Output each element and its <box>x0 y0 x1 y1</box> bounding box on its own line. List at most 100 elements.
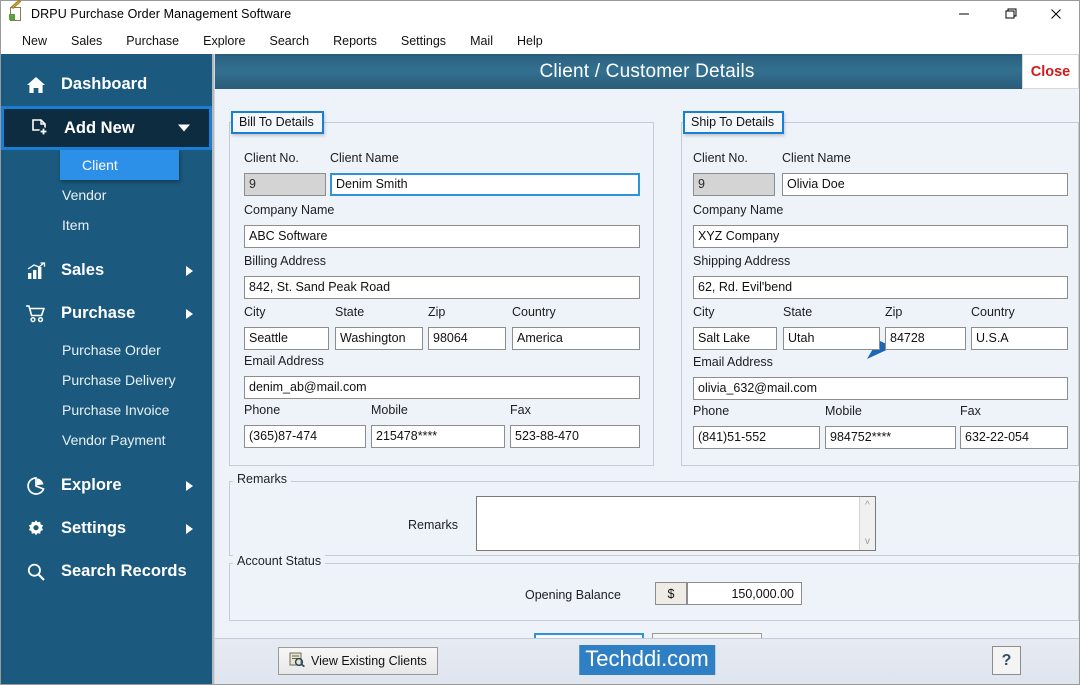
sidebar-item-add-new[interactable]: Add New <box>1 106 212 150</box>
remarks-textarea[interactable]: ^ v <box>476 496 876 551</box>
menu-item-mail[interactable]: Mail <box>458 32 505 50</box>
menu-item-reports[interactable]: Reports <box>321 32 389 50</box>
sidebar-item-dashboard[interactable]: Dashboard <box>1 63 212 106</box>
sidebar-item-client-label: Client <box>82 157 118 173</box>
bill-client-name-label: Client Name <box>330 151 399 165</box>
ship-address-input[interactable]: 62, Rd. Evil'bend <box>693 276 1068 299</box>
form-header: Client / Customer Details Close <box>215 54 1079 89</box>
scroll-down-icon[interactable]: v <box>865 536 870 547</box>
bill-email-label: Email Address <box>244 354 324 368</box>
ship-to-group: Ship To Details Client No. Client Name 9… <box>681 111 1079 466</box>
sidebar-item-purchase-order[interactable]: Purchase Order <box>1 335 212 365</box>
ship-email-input[interactable]: olivia_632@mail.com <box>693 377 1068 400</box>
page-title: Client / Customer Details <box>539 60 755 82</box>
sidebar-item-purchase[interactable]: Purchase <box>1 292 212 335</box>
bill-company-name-input[interactable]: ABC Software <box>244 225 640 248</box>
menubar: New Sales Purchase Explore Search Report… <box>1 28 1079 54</box>
bill-zip-input[interactable]: 98064 <box>428 327 506 350</box>
ship-fax-input[interactable]: 632-22-054 <box>960 426 1068 449</box>
menu-item-settings[interactable]: Settings <box>389 32 458 50</box>
sidebar-item-purchase-delivery-label: Purchase Delivery <box>62 372 176 388</box>
ship-fax-label: Fax <box>960 404 981 418</box>
sidebar-item-vendor-payment[interactable]: Vendor Payment <box>1 425 212 455</box>
sidebar-item-dashboard-label: Dashboard <box>61 75 148 93</box>
cart-icon <box>23 304 49 323</box>
close-button[interactable]: Close <box>1022 54 1079 89</box>
question-mark-icon[interactable]: ? <box>992 646 1021 675</box>
sidebar-item-item[interactable]: Item <box>1 210 212 240</box>
ship-company-name-input[interactable]: XYZ Company <box>693 225 1068 248</box>
sidebar-item-sales[interactable]: Sales <box>1 249 212 292</box>
bill-address-label: Billing Address <box>244 254 326 268</box>
bill-country-input[interactable]: America <box>512 327 640 350</box>
bill-client-no-input[interactable]: 9 <box>244 173 326 196</box>
chevron-right-icon <box>185 480 194 492</box>
bill-phone-input[interactable]: (365)87-474 <box>244 425 366 448</box>
menu-item-sales[interactable]: Sales <box>59 32 114 50</box>
search-records-icon <box>289 652 305 670</box>
status-bar: View Existing Clients Techddi.com ? <box>215 638 1079 684</box>
window-body: Dashboard Add New Client Vendor Item Sal… <box>1 54 1079 684</box>
bill-fax-label: Fax <box>510 403 531 417</box>
gear-icon <box>23 519 49 539</box>
sidebar: Dashboard Add New Client Vendor Item Sal… <box>1 54 214 684</box>
window-title: DRPU Purchase Order Management Software <box>31 7 292 21</box>
ship-state-input[interactable]: Utah <box>783 327 880 350</box>
bill-email-input[interactable]: denim_ab@mail.com <box>244 376 640 399</box>
bill-to-group: Bill To Details Client No. Client Name 9… <box>229 111 654 466</box>
bill-mobile-label: Mobile <box>371 403 408 417</box>
sidebar-item-settings[interactable]: Settings <box>1 507 212 550</box>
ship-mobile-label: Mobile <box>825 404 862 418</box>
ship-client-name-input[interactable]: Olivia Doe <box>782 173 1068 196</box>
sidebar-item-vendor[interactable]: Vendor <box>1 180 212 210</box>
sidebar-item-vendor-label: Vendor <box>62 187 107 203</box>
ship-country-label: Country <box>971 305 1015 319</box>
sidebar-item-search-records[interactable]: Search Records <box>1 550 212 593</box>
app-document-icon <box>8 0 25 23</box>
bill-address-input[interactable]: 842, St. Sand Peak Road <box>244 276 640 299</box>
pie-chart-icon <box>23 476 49 496</box>
maximize-icon[interactable] <box>987 1 1033 28</box>
currency-symbol-box: $ <box>655 582 687 605</box>
opening-balance-input[interactable]: 150,000.00 <box>687 582 802 605</box>
ship-zip-input[interactable]: 84728 <box>885 327 966 350</box>
view-existing-clients-button[interactable]: View Existing Clients <box>278 647 438 675</box>
bill-state-input[interactable]: Washington <box>335 327 423 350</box>
ship-phone-input[interactable]: (841)51-552 <box>693 426 820 449</box>
scroll-up-icon[interactable]: ^ <box>865 500 870 511</box>
sidebar-item-explore-label: Explore <box>61 476 122 494</box>
ship-city-input[interactable]: Salt Lake <box>693 327 777 350</box>
chevron-right-icon <box>185 523 194 535</box>
menu-item-search[interactable]: Search <box>258 32 322 50</box>
close-icon[interactable] <box>1033 1 1079 28</box>
tab-bill-to-details[interactable]: Bill To Details <box>231 111 324 134</box>
minimize-icon[interactable] <box>941 1 987 28</box>
application-window: DRPU Purchase Order Management Software … <box>0 0 1080 685</box>
bill-fax-input[interactable]: 523-88-470 <box>510 425 640 448</box>
sidebar-item-explore[interactable]: Explore <box>1 464 212 507</box>
sidebar-item-purchase-delivery[interactable]: Purchase Delivery <box>1 365 212 395</box>
menu-item-explore[interactable]: Explore <box>191 32 257 50</box>
sidebar-item-purchase-invoice[interactable]: Purchase Invoice <box>1 395 212 425</box>
sidebar-item-purchase-label: Purchase <box>61 304 136 322</box>
remarks-scrollbar[interactable]: ^ v <box>859 497 875 550</box>
menu-item-new[interactable]: New <box>10 32 59 50</box>
ship-mobile-input[interactable]: 984752**** <box>825 426 956 449</box>
chevron-right-icon <box>185 265 194 277</box>
sidebar-item-purchase-order-label: Purchase Order <box>62 342 161 358</box>
bill-client-name-input[interactable]: Denim Smith <box>330 173 640 196</box>
ship-email-label: Email Address <box>693 355 773 369</box>
bar-chart-icon <box>23 261 49 280</box>
bill-mobile-input[interactable]: 215478**** <box>371 425 505 448</box>
opening-balance-label: Opening Balance <box>525 588 621 602</box>
menu-item-help[interactable]: Help <box>505 32 555 50</box>
bill-city-input[interactable]: Seattle <box>244 327 329 350</box>
menu-item-purchase[interactable]: Purchase <box>114 32 191 50</box>
ship-country-input[interactable]: U.S.A <box>971 327 1068 350</box>
sidebar-item-client[interactable]: Client <box>60 150 179 180</box>
tab-ship-to-details[interactable]: Ship To Details <box>683 111 785 134</box>
bill-zip-label: Zip <box>428 305 446 319</box>
ship-state-label: State <box>783 305 813 319</box>
view-existing-clients-label: View Existing Clients <box>311 654 427 668</box>
ship-client-no-input[interactable]: 9 <box>693 173 775 196</box>
